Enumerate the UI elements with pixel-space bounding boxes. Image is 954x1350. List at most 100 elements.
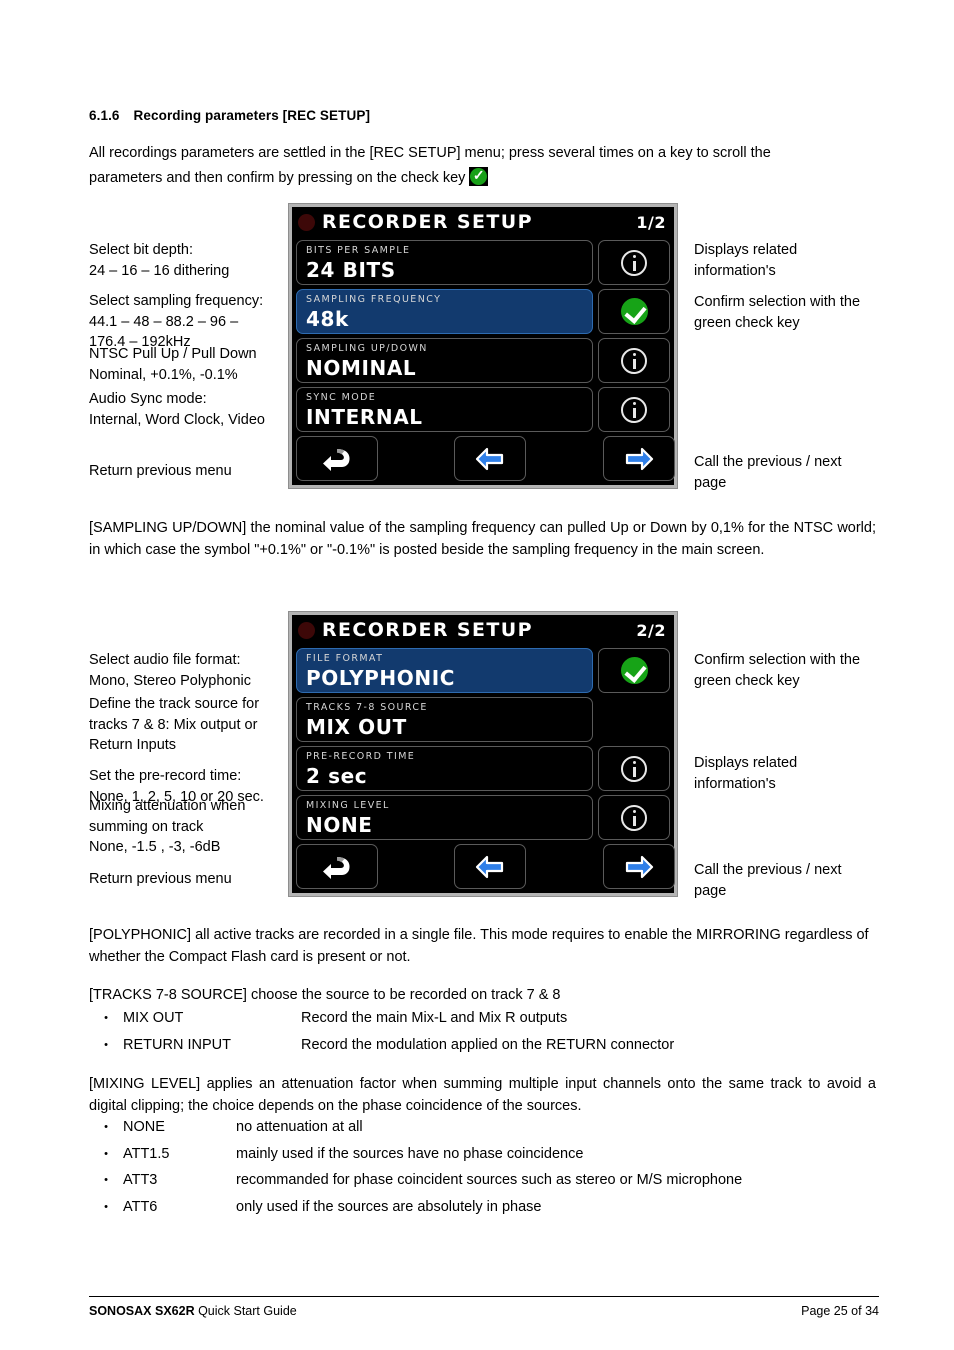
note-audio-sync: Audio Sync mode: Internal, Word Clock, V… — [89, 391, 265, 428]
list-item: • MIX OUT Record the main Mix-L and Mix … — [89, 1005, 879, 1032]
param-label: MIXING LEVEL — [306, 800, 390, 811]
param-file-format[interactable]: FILE FORMAT POLYPHONIC — [296, 648, 593, 693]
info-icon — [621, 249, 647, 276]
note-displays-info-1: Displays related information's — [694, 242, 798, 279]
section-title: Recording parameters [REC SETUP] — [133, 108, 371, 123]
screen2-title-bar: RECORDER SETUP 2/2 — [292, 615, 674, 645]
param-value: INTERNAL — [306, 405, 423, 429]
param-pre-record-time[interactable]: PRE-RECORD TIME 2 sec — [296, 746, 593, 791]
left-arrow-icon — [475, 855, 504, 878]
intro-line-1: All recordings parameters are settled in… — [89, 145, 771, 161]
list-item: • ATT1.5 mainly used if the sources have… — [89, 1141, 879, 1168]
note-confirm-green-1: Confirm selection with the green check k… — [694, 294, 861, 331]
param-row: SAMPLING FREQUENCY 48k — [296, 289, 670, 334]
info-button-mixing-level[interactable] — [598, 795, 670, 840]
bullet-icon: • — [104, 1012, 108, 1024]
tracks-source-intro: [TRACKS 7-8 SOURCE] choose the source to… — [89, 987, 561, 1003]
info-icon — [621, 804, 647, 831]
previous-page-button[interactable] — [454, 844, 526, 889]
return-button[interactable] — [296, 436, 378, 481]
next-page-button[interactable] — [603, 844, 675, 889]
param-label: PRE-RECORD TIME — [306, 751, 416, 762]
screen2-nav-row — [292, 844, 675, 889]
confirm-button-file-format[interactable] — [598, 648, 670, 693]
param-row: MIXING LEVEL NONE — [296, 795, 670, 840]
info-icon — [621, 755, 647, 782]
param-value: POLYPHONIC — [306, 666, 456, 690]
record-dot-icon — [298, 621, 315, 639]
param-tracks-78-source[interactable]: TRACKS 7-8 SOURCE MIX OUT — [296, 697, 593, 742]
param-label: FILE FORMAT — [306, 653, 384, 664]
recorder-setup-screen-2: RECORDER SETUP 2/2 FILE FORMAT POLYPHONI… — [288, 611, 678, 897]
list-item-term: ATT1.5 — [123, 1145, 170, 1162]
param-label: SYNC MODE — [306, 392, 377, 403]
empty-button-slot — [598, 697, 670, 742]
note-prev-next-page-1: Call the previous / next page — [694, 454, 842, 491]
previous-page-button[interactable] — [454, 436, 526, 481]
list-item-term: MIX OUT — [123, 1010, 184, 1026]
info-button-sampling-up-down[interactable] — [598, 338, 670, 383]
right-arrow-icon — [625, 447, 654, 470]
screen1-page-indicator: 1/2 — [636, 212, 666, 232]
bullet-icon: • — [104, 1147, 108, 1160]
footer-guide: Quick Start Guide — [194, 1304, 297, 1318]
bullet-icon: • — [104, 1121, 108, 1133]
param-label: SAMPLING UP/DOWN — [306, 343, 428, 354]
bullet-icon: • — [104, 1038, 108, 1051]
param-value: 24 BITS — [306, 258, 396, 282]
param-value: NONE — [306, 813, 373, 837]
note-mixing-attenuation: Mixing attenuation when summing on track… — [89, 798, 246, 855]
note-track-source: Define the track source for tracks 7 & 8… — [89, 696, 260, 753]
list-item-term: RETURN INPUT — [123, 1036, 231, 1053]
list-item-desc: only used if the sources are absolutely … — [236, 1198, 542, 1215]
param-row: TRACKS 7-8 SOURCE MIX OUT — [296, 697, 670, 742]
param-value: MIX OUT — [306, 715, 407, 739]
param-value: NOMINAL — [306, 356, 417, 380]
return-button[interactable] — [296, 844, 378, 889]
section-number: 6.1.6 — [89, 108, 120, 123]
info-button-bits-per-sample[interactable] — [598, 240, 670, 285]
screen1-nav-row — [292, 436, 675, 481]
screen2-title: RECORDER SETUP — [322, 619, 533, 641]
screen1-title: RECORDER SETUP — [322, 211, 533, 233]
right-arrow-icon — [625, 855, 654, 878]
note-confirm-green-2: Confirm selection with the green check k… — [694, 652, 861, 689]
list-item-term: ATT6 — [123, 1198, 158, 1215]
next-page-button[interactable] — [603, 436, 675, 481]
param-sampling-up-down[interactable]: SAMPLING UP/DOWN NOMINAL — [296, 338, 593, 383]
list-item-desc: recommanded for phase coincident sources… — [236, 1172, 743, 1188]
param-row: SAMPLING UP/DOWN NOMINAL — [296, 338, 670, 383]
intro-paragraph: All recordings parameters are settled in… — [89, 141, 879, 191]
param-sampling-frequency[interactable]: SAMPLING FREQUENCY 48k — [296, 289, 593, 334]
info-icon — [621, 396, 647, 423]
info-button-pre-record-time[interactable] — [598, 746, 670, 791]
param-value: 2 sec — [306, 764, 368, 788]
list-item-term: ATT3 — [123, 1172, 158, 1188]
bullet-icon: • — [104, 1200, 108, 1213]
param-mixing-level[interactable]: MIXING LEVEL NONE — [296, 795, 593, 840]
document-page: 6.1.6 Recording parameters [REC SETUP] Al… — [0, 0, 954, 1350]
param-value: 48k — [306, 307, 349, 331]
info-button-sync-mode[interactable] — [598, 387, 670, 432]
page-footer: SONOSAX SX62R Quick Start Guide Page 25 … — [89, 1296, 879, 1318]
tracks-source-list: • MIX OUT Record the main Mix-L and Mix … — [89, 1005, 879, 1058]
return-arrow-icon — [323, 448, 350, 471]
list-item-term: NONE — [123, 1119, 165, 1135]
param-row: FILE FORMAT POLYPHONIC — [296, 648, 670, 693]
param-row: BITS PER SAMPLE 24 BITS — [296, 240, 670, 285]
note-displays-info-2: Displays related information's — [694, 755, 798, 792]
screen1-rows: BITS PER SAMPLE 24 BITS SAMPLING FREQUEN… — [292, 237, 674, 432]
green-check-icon — [620, 298, 648, 325]
list-item: • NONE no attenuation at all — [89, 1114, 879, 1141]
screen2-page-indicator: 2/2 — [636, 620, 666, 640]
param-sync-mode[interactable]: SYNC MODE INTERNAL — [296, 387, 593, 432]
note-return-menu-1: Return previous menu — [89, 463, 232, 479]
confirm-button-sampling-frequency[interactable] — [598, 289, 670, 334]
param-bits-per-sample[interactable]: BITS PER SAMPLE 24 BITS — [296, 240, 593, 285]
section-heading: 6.1.6 Recording parameters [REC SETUP] — [89, 108, 370, 123]
note-bit-depth: Select bit depth: 24 – 16 – 16 dithering — [89, 242, 230, 279]
note-ntsc-pull: NTSC Pull Up / Pull Down Nominal, +0.1%,… — [89, 346, 257, 383]
mixing-level-list: • NONE no attenuation at all • ATT1.5 ma… — [89, 1114, 879, 1220]
list-item-desc: mainly used if the sources have no phase… — [236, 1145, 584, 1162]
footer-brand: SONOSAX SX62R — [89, 1304, 195, 1318]
